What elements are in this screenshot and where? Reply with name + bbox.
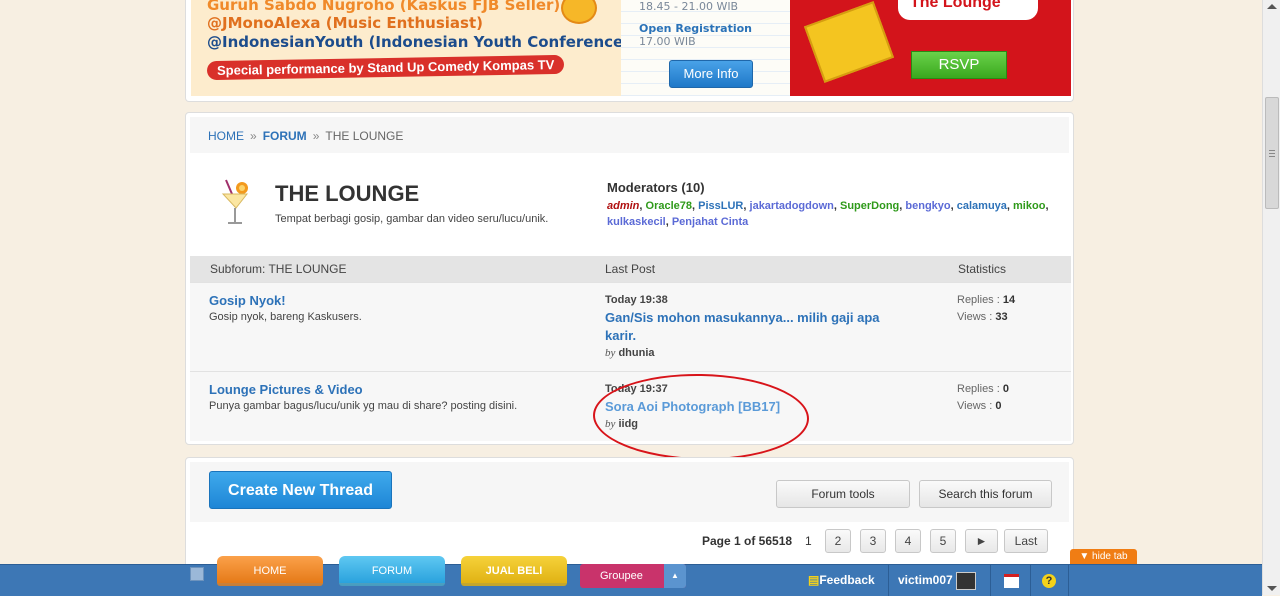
breadcrumb-forum[interactable]: FORUM: [263, 129, 307, 143]
moderator-link[interactable]: jakartadogdown: [750, 200, 834, 212]
user-menu[interactable]: victim007: [898, 565, 977, 596]
moderator-link[interactable]: kulkaskecil: [607, 216, 666, 228]
bottom-navbar: HOME FORUM JUAL BELI Groupee ▲ ▤Feedback…: [0, 556, 1262, 596]
banner-registration-label: Open Registration: [639, 22, 752, 35]
moderator-link[interactable]: Oracle78: [646, 200, 692, 212]
views-count: 33: [995, 311, 1008, 323]
table-row: Gosip Nyok! Gosip nyok, bareng Kaskusers…: [190, 282, 1071, 371]
moderator-link[interactable]: PissLUR: [698, 200, 743, 212]
by-label: by: [605, 347, 616, 359]
more-info-button[interactable]: More Info: [669, 60, 753, 88]
inbox-icon[interactable]: [1004, 565, 1019, 596]
moderator-link[interactable]: Penjahat Cinta: [672, 216, 748, 228]
moderator-link[interactable]: admin: [607, 200, 639, 212]
col-last-post: Last Post: [605, 262, 656, 276]
last-post-title[interactable]: Gan/Sis mohon masukannya... milih gaji a…: [605, 309, 905, 345]
medal-icon: [561, 0, 597, 24]
forum-description: Tempat berbagi gosip, gambar dan video s…: [275, 213, 549, 225]
page-2-button[interactable]: 2: [825, 529, 851, 553]
subforum-description: Gosip nyok, bareng Kaskusers.: [209, 311, 362, 323]
replies-count: 14: [1002, 294, 1016, 306]
search-forum-button[interactable]: Search this forum: [919, 480, 1052, 508]
forum-title: THE LOUNGE: [275, 181, 420, 206]
help-icon[interactable]: ?: [1042, 565, 1056, 596]
cocktail-icon: [221, 179, 249, 224]
avatar: [956, 571, 977, 590]
banner-line-2: @JMonoAlexa (Music Enthusiast): [207, 14, 483, 32]
banner-line-3: @IndonesianYouth (Indonesian Youth Confe…: [207, 33, 631, 51]
banner-lounge-text: The Lounge: [910, 0, 1001, 11]
page-current: 1: [805, 534, 812, 548]
envelope-icon: [803, 1, 895, 83]
scrollbar-thumb[interactable]: [1265, 97, 1279, 209]
nav-tab-jual-beli[interactable]: JUAL BELI: [461, 556, 567, 586]
feedback-icon: ▤: [808, 573, 820, 587]
moderator-link[interactable]: mikoo: [1013, 200, 1045, 212]
feedback-link[interactable]: ▤Feedback: [808, 565, 875, 596]
banner-time: 18.45 - 21.00 WIB: [639, 0, 739, 13]
forum-header: THE LOUNGE Tempat berbagi gosip, gambar …: [190, 153, 1071, 256]
subforum-link[interactable]: Lounge Pictures & Video: [209, 382, 363, 397]
subforum-table-header: Subforum: THE LOUNGE Last Post Statistic…: [190, 256, 1071, 282]
subforum-link[interactable]: Gosip Nyok!: [209, 293, 286, 308]
banner-special: Special performance by Stand Up Comedy K…: [206, 54, 565, 81]
groupee-button[interactable]: Groupee ▲: [580, 564, 686, 588]
last-page-button[interactable]: Last: [1004, 529, 1048, 553]
col-statistics: Statistics: [958, 262, 1007, 276]
views-count: 0: [995, 400, 1002, 412]
page-5-button[interactable]: 5: [930, 529, 956, 553]
breadcrumb: HOME» FORUM» THE LOUNGE: [208, 129, 404, 143]
scroll-down-icon[interactable]: [1267, 586, 1277, 591]
event-banner[interactable]: Guruh Sabdo Nugroho (Kaskus FJB Seller) …: [185, 0, 1074, 102]
banner-registration-time: 17.00 WIB: [639, 35, 696, 48]
page-4-button[interactable]: 4: [895, 529, 921, 553]
scroll-up-icon[interactable]: [1267, 4, 1277, 9]
hide-tab-button[interactable]: ▼ hide tab: [1070, 549, 1137, 564]
last-post-author[interactable]: dhunia: [618, 347, 654, 359]
nav-tab-forum[interactable]: FORUM: [339, 556, 445, 586]
speech-bubble: The Lounge: [898, 0, 1038, 20]
forum-tools-button[interactable]: Forum tools: [776, 480, 910, 508]
rsvp-button[interactable]: RSVP: [911, 51, 1007, 79]
subforum-description: Punya gambar bagus/lucu/unik yg mau di s…: [209, 400, 518, 412]
breadcrumb-home[interactable]: HOME: [208, 129, 244, 143]
page-indicator: Page 1 of 56518: [702, 534, 793, 548]
col-subforum: Subforum: THE LOUNGE: [210, 262, 347, 276]
moderator-link[interactable]: calamuya: [957, 200, 1007, 212]
nav-tab-home[interactable]: HOME: [217, 556, 323, 586]
page-3-button[interactable]: 3: [860, 529, 886, 553]
vertical-scrollbar[interactable]: [1262, 0, 1280, 595]
breadcrumb-current: THE LOUNGE: [325, 129, 404, 143]
create-thread-button[interactable]: Create New Thread: [209, 471, 392, 509]
moderator-link[interactable]: SuperDong: [840, 200, 899, 212]
collapse-icon[interactable]: [190, 567, 204, 581]
banner-line-1: Guruh Sabdo Nugroho (Kaskus FJB Seller): [207, 0, 561, 14]
replies-count: 0: [1002, 383, 1009, 395]
banner-rsvp-area: The Lounge RSVP: [790, 0, 1071, 96]
last-post-time: Today 19:38: [605, 294, 668, 306]
moderator-link[interactable]: bengkyo: [905, 200, 950, 212]
banner-schedule: 18.45 - 21.00 WIB Open Registration 17.0…: [621, 0, 791, 96]
next-page-button[interactable]: ►: [965, 529, 998, 553]
moderator-list: admin, Oracle78, PissLUR, jakartadogdown…: [607, 200, 1049, 228]
moderators-title: Moderators (10): [607, 180, 705, 195]
chevron-up-icon[interactable]: ▲: [664, 564, 686, 588]
